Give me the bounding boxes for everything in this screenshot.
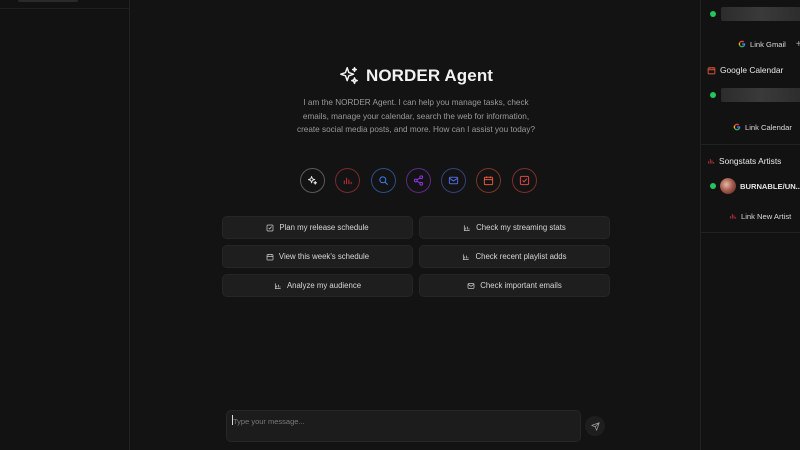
capability-search-button[interactable]	[370, 168, 396, 193]
bar-chart-icon	[463, 253, 470, 260]
artist-name: BURNABLE/UN...	[740, 181, 800, 191]
google-icon	[733, 123, 741, 131]
suggestion-week-schedule[interactable]: View this week's schedule	[222, 245, 413, 268]
bar-chart-icon	[274, 282, 281, 289]
left-sidebar	[0, 0, 130, 450]
capability-icons	[300, 168, 537, 193]
suggestion-label: Analyze my audience	[286, 281, 362, 290]
search-icon	[378, 176, 388, 185]
link-calendar-label: Link Calendar	[745, 122, 792, 132]
intro-text: I am the NORDER Agent. I can help you ma…	[296, 98, 535, 134]
bar-chart-icon	[344, 177, 352, 185]
google-icon	[738, 40, 746, 48]
connected-status-dot	[710, 183, 716, 189]
suggestion-analyze-audience[interactable]: Analyze my audience	[222, 274, 413, 297]
songstats-title: Songstats Artists	[719, 156, 782, 166]
connected-status-dot	[710, 92, 716, 98]
bar-chart-icon	[730, 214, 737, 219]
text-caret	[232, 415, 233, 425]
google-calendar-title: Google Calendar	[720, 65, 784, 75]
sparkle-icon	[339, 67, 358, 85]
suggestion-playlist-adds[interactable]: Check recent playlist adds	[419, 245, 610, 268]
suggestion-important-emails[interactable]: Check important emails	[419, 274, 610, 297]
integrations-panel: Link Gmail + Google Calendar Link Calend…	[700, 0, 800, 450]
suggestion-streaming-stats[interactable]: Check my streaming stats	[419, 216, 610, 239]
section-divider	[701, 144, 800, 145]
message-input[interactable]	[227, 411, 580, 442]
mail-icon	[449, 176, 459, 185]
sidebar-top-item[interactable]	[18, 0, 78, 2]
suggestion-label: Check important emails	[480, 281, 562, 290]
title-row: NORDER Agent	[131, 64, 700, 88]
link-new-artist-label: Link New Artist	[741, 211, 792, 221]
chat-main-area: NORDER Agent I am the NORDER Agent. I ca…	[131, 0, 700, 450]
page-title: NORDER Agent	[365, 66, 494, 85]
artist-row[interactable]: BURNABLE/UN...	[710, 178, 800, 194]
plus-icon: +	[796, 39, 800, 50]
link-gmail-button[interactable]: Link Gmail +	[738, 37, 800, 51]
message-composer	[226, 410, 581, 442]
bar-chart-icon	[464, 224, 470, 231]
sidebar-header-divider	[0, 0, 130, 9]
sparkle-icon	[307, 175, 318, 185]
suggestion-label: Plan my release schedule	[279, 223, 369, 232]
capability-tasks-button[interactable]	[511, 168, 537, 193]
artist-avatar	[720, 178, 736, 194]
bar-chart-icon	[708, 159, 715, 164]
send-button[interactable]	[585, 416, 605, 436]
capability-email-button[interactable]	[441, 168, 467, 193]
redacted-account-email	[721, 88, 800, 102]
calendar-icon	[707, 66, 716, 74]
capability-calendar-button[interactable]	[476, 168, 502, 193]
suggestion-plan-release[interactable]: Plan my release schedule	[222, 216, 413, 239]
suggestion-label: Check my streaming stats	[476, 223, 566, 232]
send-icon	[590, 421, 600, 431]
capability-stats-button[interactable]	[335, 168, 361, 193]
link-gmail-label: Link Gmail	[750, 39, 786, 49]
checkbox-icon	[266, 224, 274, 231]
share-icon	[413, 175, 424, 186]
suggestion-label: Check recent playlist adds	[475, 252, 567, 261]
edit-icon	[519, 175, 529, 186]
capability-ai-button[interactable]	[300, 168, 325, 193]
google-calendar-section-title: Google Calendar	[707, 63, 783, 77]
section-divider	[701, 232, 800, 233]
mail-icon	[467, 282, 475, 289]
suggestion-label: View this week's schedule	[278, 252, 370, 261]
songstats-section-title: Songstats Artists	[707, 154, 781, 168]
link-new-artist-button[interactable]: Link New Artist	[729, 209, 791, 223]
calendar-icon	[484, 176, 494, 186]
link-calendar-button[interactable]: Link Calendar +	[733, 120, 800, 134]
calendar-icon	[266, 253, 274, 260]
connected-status-dot	[710, 11, 716, 17]
gmail-account-row[interactable]	[710, 5, 800, 23]
capability-social-button[interactable]	[405, 168, 431, 193]
redacted-account-email	[721, 7, 800, 21]
calendar-account-row[interactable]	[710, 86, 800, 104]
